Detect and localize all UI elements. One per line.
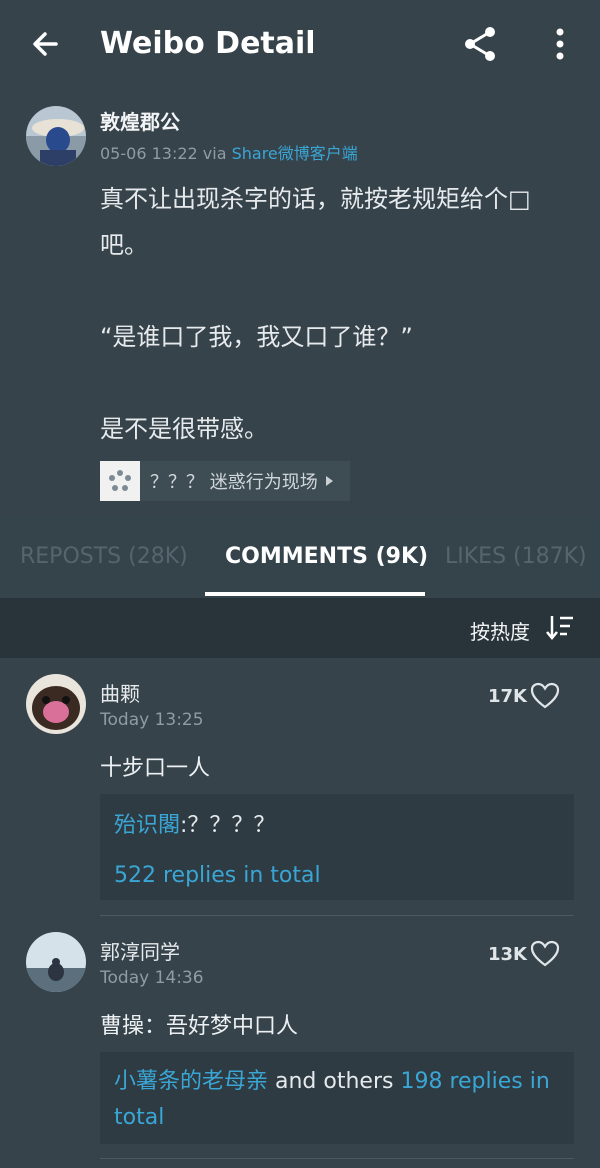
reply-line: 小薯条的老母亲 and others 198 replies in total [114,1064,560,1136]
app-bar: Weibo Detail [0,0,600,88]
more-options-icon[interactable] [544,24,576,64]
reply-preview[interactable]: 殆识閣:？？？？ 522 replies in total [100,794,574,900]
reply-preview[interactable]: 小薯条的老母亲 and others 198 replies in total [100,1052,574,1144]
like-count: 13K [488,944,527,965]
tab-comments[interactable]: COMMENTS (9K) [225,542,428,572]
topic-card[interactable]: ？？？ 迷惑行为现场 [100,461,350,501]
chevron-right-icon [325,476,333,486]
post-body-line: 真不让出现杀字的话，就按老规矩给个□ [100,185,531,213]
post-body-line [100,360,570,406]
comment-time: Today 13:25 [100,710,204,730]
tab-bar: REPOSTS (28K) COMMENTS (9K) LIKES (187K) [0,516,600,598]
via-prefix: via [202,144,227,163]
active-tab-indicator [205,592,425,596]
comment-divider [100,915,574,916]
reply-total-link[interactable]: 522 replies in total [114,858,560,894]
comments-list: 曲颗 Today 13:25 17K 十步口一人 殆识閣:？？？？ 522 re… [0,658,600,1168]
author-avatar[interactable] [26,106,86,166]
weibo-post: 敦煌郡公 05-06 13:22 via Share微博客户端 真不让出现杀字的… [0,90,600,516]
post-body-line: 吧。 [100,231,148,259]
topic-label: ？？？ 迷惑行为现场 [150,472,318,493]
reply-line: 殆识閣:？？？？ [114,808,560,844]
sort-bar: 按热度 [0,598,600,658]
comment-time: Today 14:36 [100,968,204,988]
like-count: 17K [488,686,527,707]
post-body-line: 是不是很带感。 [100,415,268,443]
topic-thumbnail-icon [100,461,140,501]
tab-reposts[interactable]: REPOSTS (28K) [20,542,188,572]
commenter-avatar[interactable] [26,674,86,734]
post-body: 真不让出现杀字的话，就按老规矩给个□ 吧。 “是谁口了我，我又口了谁？” 是不是… [100,176,570,452]
post-body-line [100,268,570,314]
reply-user-link[interactable]: 小薯条的老母亲 [114,1069,268,1094]
share-icon[interactable] [460,24,500,64]
back-arrow-icon[interactable] [26,24,66,64]
sort-icon[interactable] [546,614,574,640]
post-body-line: “是谁口了我，我又口了谁？” [100,323,413,351]
sort-label[interactable]: 按热度 [470,616,530,645]
reply-user-link[interactable]: 殆识閣 [114,813,180,838]
page-title: Weibo Detail [100,26,316,61]
reply-others: and others [268,1069,401,1094]
comment-text: 曹操：吾好梦中口人 [100,1014,299,1039]
tab-likes[interactable]: LIKES (187K) [445,542,587,572]
via-source-link[interactable]: Share微博客户端 [232,144,358,163]
post-date: 05-06 13:22 [100,144,198,163]
heart-icon[interactable] [530,682,560,710]
reply-text: :？？？？ [180,813,276,838]
commenter-avatar[interactable] [26,932,86,992]
author-name[interactable]: 敦煌郡公 [100,106,180,135]
commenter-name[interactable]: 郭淳同学 [100,936,180,965]
heart-icon[interactable] [530,940,560,968]
comment-divider [100,1158,574,1159]
post-meta: 05-06 13:22 via Share微博客户端 [100,140,358,164]
comment-text: 十步口一人 [100,756,211,781]
commenter-name[interactable]: 曲颗 [100,678,140,707]
